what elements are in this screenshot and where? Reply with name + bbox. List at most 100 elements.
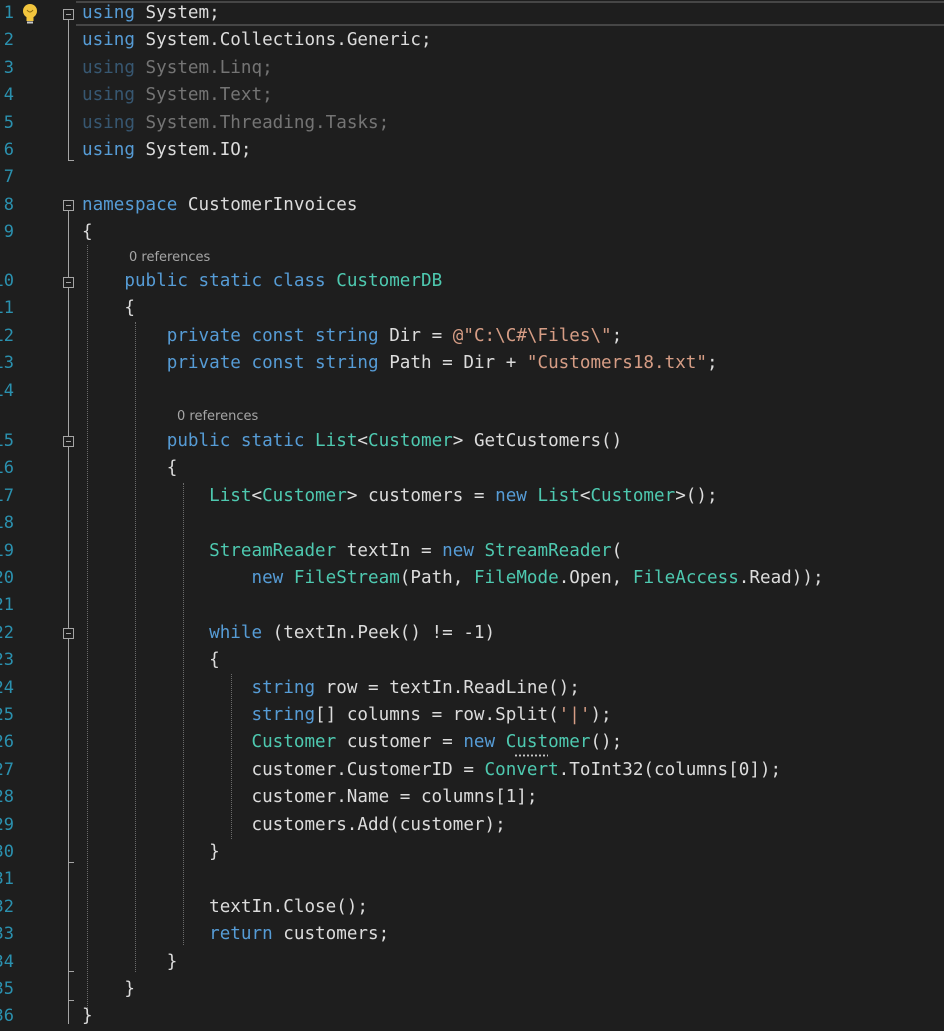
- code-token: customer.Name = columns[1];: [82, 787, 538, 808]
- code-token: Customer: [262, 485, 347, 506]
- code-token: <: [251, 485, 263, 506]
- code-token: [] columns = row.Split(: [315, 705, 559, 725]
- code-line[interactable]: 16 {: [0, 455, 944, 482]
- code-line[interactable]: 7: [0, 164, 944, 191]
- line-number: 18: [0, 513, 14, 534]
- code-line[interactable]: 12 private const string Dir = @"C:\C#\Fi…: [0, 323, 944, 350]
- code-line[interactable]: 15 public static List<Customer> GetCusto…: [0, 428, 944, 455]
- code-line[interactable]: 20 new FileStream(Path, FileMode.Open, F…: [0, 565, 944, 592]
- line-number: 33: [0, 924, 14, 945]
- code-token: > GetCustomers(): [452, 431, 623, 451]
- code-token: List: [315, 431, 358, 451]
- code-line[interactable]: 31: [0, 866, 944, 893]
- code-line[interactable]: 35 }: [0, 976, 944, 1003]
- code-text: }: [82, 1003, 93, 1030]
- code-line[interactable]: 17 List<Customer> customers = new List<C…: [0, 483, 944, 510]
- code-token: using: [82, 30, 135, 51]
- code-line[interactable]: 11 {: [0, 295, 944, 322]
- code-token: FileMode: [473, 568, 559, 588]
- code-line[interactable]: 18: [0, 510, 944, 537]
- code-token: Customer: [251, 732, 337, 753]
- code-token: Customer: [368, 431, 453, 451]
- code-line[interactable]: 33 return customers;: [0, 921, 944, 948]
- code-line[interactable]: 34 }: [0, 949, 944, 976]
- code-line[interactable]: 3 using System.Linq;: [0, 55, 944, 82]
- code-token: StreamReader: [484, 540, 612, 561]
- line-number: 11: [0, 298, 14, 319]
- code-line[interactable]: 8 namespace CustomerInvoices: [0, 192, 944, 219]
- codelens-class-references[interactable]: 0 references: [129, 248, 210, 268]
- code-token: customer.CustomerID =: [82, 759, 485, 780]
- code-token: string: [251, 677, 316, 698]
- code-token: FileStream: [293, 568, 400, 588]
- code-text: private const string Dir = @"C:\C#\Files…: [82, 323, 623, 350]
- code-line[interactable]: 23 {: [0, 647, 944, 674]
- line-number: 34: [0, 951, 14, 972]
- code-token: CustomerDB: [336, 271, 443, 291]
- code-line[interactable]: 22 while (textIn.Peek() != -1): [0, 620, 944, 647]
- code-token: textIn.Close();: [82, 896, 368, 917]
- code-line[interactable]: 26 Customer customer = new Customer();: [0, 729, 944, 756]
- code-token: }: [82, 842, 220, 862]
- code-token: System.Linq;: [134, 57, 273, 78]
- code-text: namespace CustomerInvoices: [82, 192, 357, 219]
- code-token: Customer: [590, 485, 676, 506]
- line-number: 8: [3, 194, 14, 215]
- code-line[interactable]: 13 private const string Path = Dir + "Cu…: [0, 350, 944, 377]
- line-number: 5: [3, 112, 14, 133]
- code-line[interactable]: 5 using System.Threading.Tasks;: [0, 110, 944, 137]
- code-line[interactable]: 25 string[] columns = row.Split('|');: [0, 702, 944, 729]
- code-line[interactable]: 6 using System.IO;: [0, 137, 944, 164]
- code-text: customers.Add(customer);: [82, 812, 505, 839]
- code-line[interactable]: 2 using System.Collections.Generic;: [0, 27, 944, 54]
- code-line[interactable]: 24 string row = textIn.ReadLine();: [0, 675, 944, 702]
- line-number: 17: [0, 485, 14, 506]
- code-line[interactable]: 30 }: [0, 839, 944, 866]
- code-token: System.IO;: [134, 140, 252, 160]
- code-token: customers;: [272, 924, 390, 945]
- code-line[interactable]: 1 using System;: [0, 0, 944, 27]
- code-token: {: [82, 650, 220, 671]
- code-token: private const string: [166, 325, 379, 346]
- code-line[interactable]: 19 StreamReader textIn = new StreamReade…: [0, 538, 944, 565]
- code-token: using: [82, 85, 135, 106]
- code-token: Customer: [505, 732, 591, 753]
- code-token: using: [82, 112, 135, 133]
- code-token: row = textIn.ReadLine();: [315, 677, 580, 698]
- code-line[interactable]: 28 customer.Name = columns[1];: [0, 784, 944, 811]
- code-token: {: [82, 298, 135, 319]
- line-number: 36: [0, 1006, 14, 1027]
- line-number: 28: [0, 787, 14, 808]
- line-number: 23: [0, 650, 14, 671]
- code-line[interactable]: 29 customers.Add(customer);: [0, 812, 944, 839]
- code-token: CustomerInvoices: [177, 194, 358, 215]
- code-text: }: [82, 976, 135, 1003]
- code-line[interactable]: 9{: [0, 219, 944, 246]
- codelens-method-references[interactable]: 0 references: [177, 407, 258, 427]
- code-line[interactable]: 10 public static class CustomerDB: [0, 268, 944, 295]
- code-line[interactable]: 14: [0, 378, 944, 405]
- code-token: >();: [675, 485, 718, 506]
- code-text: {: [82, 455, 178, 482]
- line-number: 25: [0, 705, 14, 725]
- code-token: .ToInt32(columns[0]);: [558, 759, 782, 780]
- code-line[interactable]: 27 customer.CustomerID = Convert.ToInt32…: [0, 757, 944, 784]
- code-line[interactable]: 4 using System.Text;: [0, 82, 944, 109]
- line-number: 6: [3, 140, 14, 160]
- code-line[interactable]: 21: [0, 592, 944, 619]
- code-token: public static class: [124, 271, 326, 291]
- code-token: .Read));: [738, 568, 824, 588]
- code-token: List: [209, 485, 252, 506]
- code-token: textIn =: [336, 540, 443, 561]
- code-text: string row = textIn.ReadLine();: [82, 675, 580, 702]
- code-line[interactable]: 32 textIn.Close();: [0, 894, 944, 921]
- code-token: Dir =: [378, 325, 453, 346]
- line-number: 32: [0, 896, 14, 917]
- code-editor[interactable]: 0 references 0 references 1 using System;…: [0, 0, 944, 1026]
- code-line[interactable]: 36}: [0, 1003, 944, 1030]
